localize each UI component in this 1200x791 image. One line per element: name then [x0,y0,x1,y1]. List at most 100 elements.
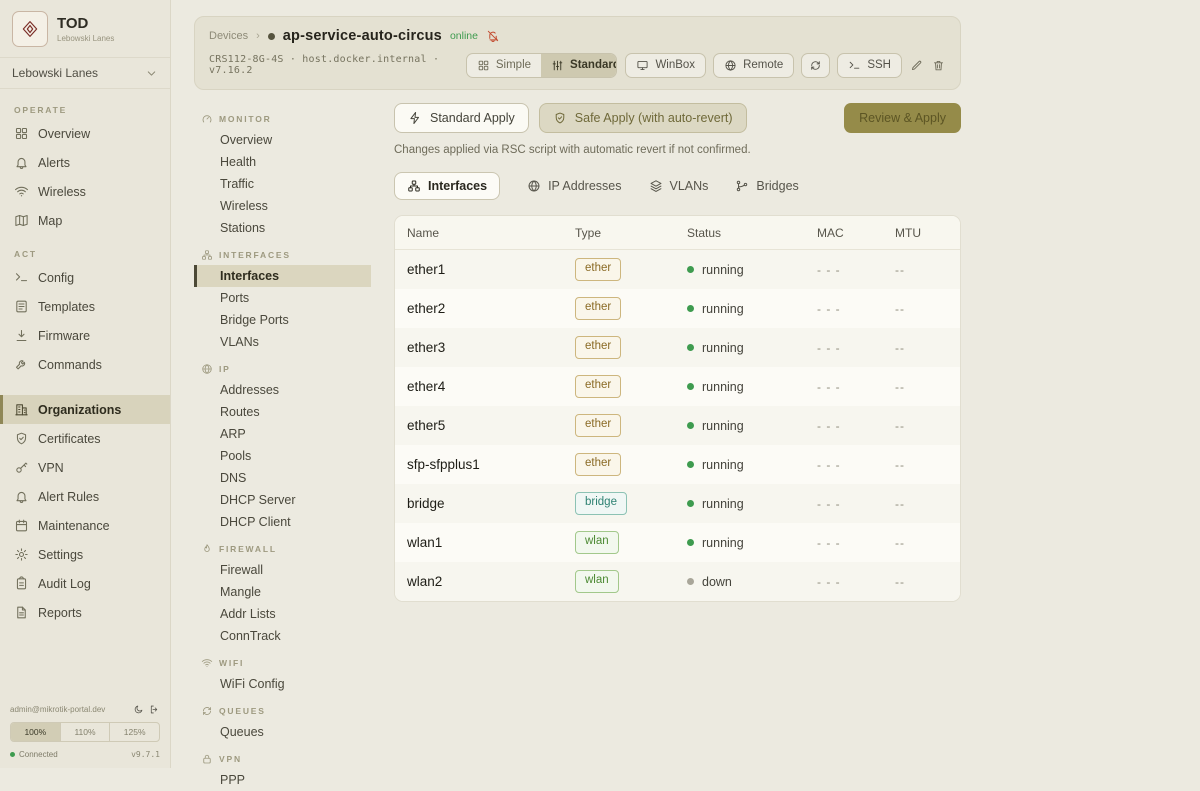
standard-apply-button[interactable]: Standard Apply [394,103,529,133]
subnav-item-bridge-ports[interactable]: Bridge Ports [194,309,371,331]
subnav-item-health[interactable]: Health [194,151,371,173]
sidebar-item-firmware[interactable]: Firmware [0,321,170,350]
subnav-item-interfaces[interactable]: Interfaces [194,265,371,287]
notifications-muted-icon[interactable] [486,29,500,43]
tab-ip-addresses[interactable]: IP Addresses [527,173,621,199]
subnav-item-pools[interactable]: Pools [194,445,371,467]
subnav-item-stations[interactable]: Stations [194,217,371,239]
type-badge: bridge [575,492,627,515]
status-dot [687,422,694,429]
brand-logo[interactable] [12,11,48,47]
refresh-button[interactable] [801,53,830,78]
mode-standard-button[interactable]: Standard [541,54,617,77]
subnav-item-wifi-config[interactable]: WiFi Config [194,673,371,695]
subnav-item-traffic[interactable]: Traffic [194,173,371,195]
pencil-button[interactable] [909,55,924,76]
sidebar-item-templates[interactable]: Templates [0,292,170,321]
table-row-ether3[interactable]: ether3 ether running - - - -- [395,328,960,367]
table-row-wlan2[interactable]: wlan2 wlan down - - - -- [395,562,960,601]
brand-subtitle: Lebowski Lanes [57,34,114,43]
sidebar-item-maintenance[interactable]: Maintenance [0,511,170,540]
table-row-ether2[interactable]: ether2 ether running - - - -- [395,289,960,328]
subnav-item-dhcp-server[interactable]: DHCP Server [194,489,371,511]
cell-status: running [687,263,817,277]
sidebar-item-audit-log[interactable]: Audit Log [0,569,170,598]
tab-bridges[interactable]: Bridges [735,173,798,199]
sidebar-item-map[interactable]: Map [0,206,170,235]
table-row-sfp-sfpplus1[interactable]: sfp-sfpplus1 ether running - - - -- [395,445,960,484]
sidebar-item-overview[interactable]: Overview [0,119,170,148]
safe-apply-with-auto-revert-button[interactable]: Safe Apply (with auto-revert) [539,103,747,133]
ssh-button[interactable]: SSH [837,53,902,78]
sidebar-item-alert-rules[interactable]: Alert Rules [0,482,170,511]
sidebar-item-alerts[interactable]: Alerts [0,148,170,177]
subnav-item-label: WiFi Config [220,677,285,691]
subnav-item-arp[interactable]: ARP [194,423,371,445]
sidebar-item-label: Config [38,271,74,285]
subnav-item-dhcp-client[interactable]: DHCP Client [194,511,371,533]
subnav-item-label: Wireless [220,199,268,213]
terminal-icon [848,59,861,72]
cell-mac: - - - [817,458,895,472]
table-row-ether1[interactable]: ether1 ether running - - - -- [395,250,960,289]
table-row-ether4[interactable]: ether4 ether running - - - -- [395,367,960,406]
table-row-bridge[interactable]: bridge bridge running - - - -- [395,484,960,523]
subnav-item-overview[interactable]: Overview [194,129,371,151]
subnav-item-mangle[interactable]: Mangle [194,581,371,603]
subnav-item-addr-lists[interactable]: Addr Lists [194,603,371,625]
status-dot [687,578,694,585]
table-row-ether5[interactable]: ether5 ether running - - - -- [395,406,960,445]
zoom-option-100[interactable]: 100% [11,723,61,741]
breadcrumb-devices[interactable]: Devices [209,30,248,42]
sidebar-item-settings[interactable]: Settings [0,540,170,569]
subnav-item-conntrack[interactable]: ConnTrack [194,625,371,647]
trash-button[interactable] [931,55,946,76]
cell-mac: - - - [817,497,895,511]
subnav-item-dns[interactable]: DNS [194,467,371,489]
download-icon [14,328,29,343]
mode-simple-button[interactable]: Simple [467,54,541,77]
winbox-button[interactable]: WinBox [625,53,706,78]
sidebar-item-wireless[interactable]: Wireless [0,177,170,206]
subnav-item-routes[interactable]: Routes [194,401,371,423]
tab-interfaces[interactable]: Interfaces [394,172,500,200]
subnav-section-firewall: FIREWALL [194,537,371,559]
logout-icon[interactable] [149,704,160,715]
subnav-item-vlans[interactable]: VLANs [194,331,371,353]
subnav-item-label: Ports [220,291,249,305]
flame-icon [201,543,213,555]
type-badge: ether [575,297,621,320]
subnav-item-addresses[interactable]: Addresses [194,379,371,401]
remote-button[interactable]: Remote [713,53,794,78]
cell-name: wlan1 [407,535,575,550]
sidebar-item-vpn[interactable]: VPN [0,453,170,482]
zoom-option-110[interactable]: 110% [61,723,111,741]
sidebar-item-label: Maintenance [38,519,110,533]
cell-mac: - - - [817,536,895,550]
subnav-item-label: Addr Lists [220,607,276,621]
sidebar-item-config[interactable]: Config [0,263,170,292]
sidebar-item-organizations[interactable]: Organizations [0,395,170,424]
subnav-item-queues[interactable]: Queues [194,721,371,743]
subnav-item-wireless[interactable]: Wireless [194,195,371,217]
subnav-section-wifi: WIFI [194,651,371,673]
sidebar-item-commands[interactable]: Commands [0,350,170,379]
tab-vlans[interactable]: VLANs [649,173,709,199]
subnav-item-ppp[interactable]: PPP [194,769,371,791]
cell-type: ether [575,453,687,476]
diamond-icon [20,19,40,39]
shield-check-icon [553,111,567,125]
app-root: TOD Lebowski Lanes Lebowski Lanes OPERAT… [0,0,1200,768]
refresh-icon [201,705,213,717]
zoom-option-125[interactable]: 125% [110,723,159,741]
theme-toggle-icon[interactable] [133,704,144,715]
grid-icon [14,126,29,141]
cell-mac: - - - [817,575,895,589]
sidebar-item-reports[interactable]: Reports [0,598,170,627]
workspace-selector[interactable]: Lebowski Lanes [0,57,170,89]
table-row-wlan1[interactable]: wlan1 wlan running - - - -- [395,523,960,562]
sidebar-item-certificates[interactable]: Certificates [0,424,170,453]
review-apply-button[interactable]: Review & Apply [844,103,961,133]
subnav-item-firewall[interactable]: Firewall [194,559,371,581]
subnav-item-ports[interactable]: Ports [194,287,371,309]
